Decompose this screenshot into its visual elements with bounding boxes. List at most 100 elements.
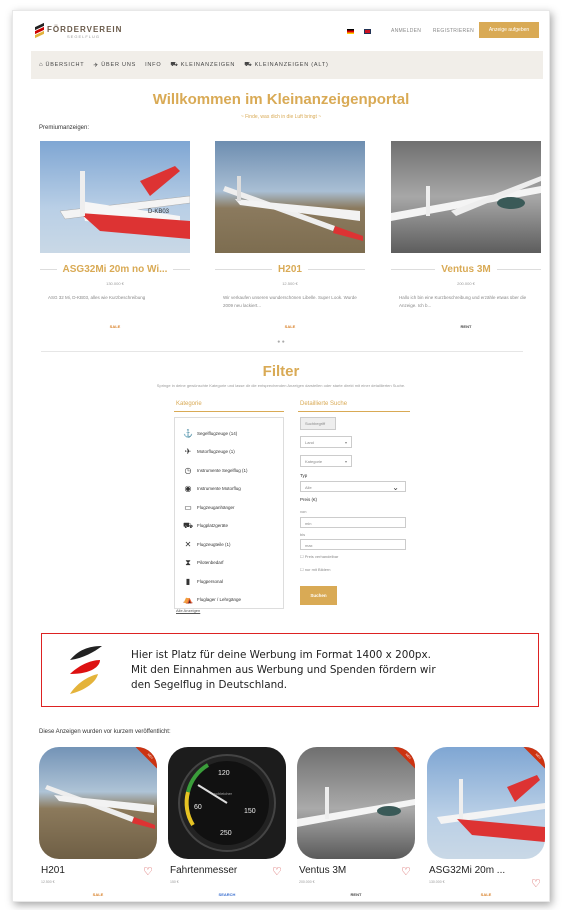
nav-classifieds-old[interactable]: ⛟ KLEINANZEIGEN (ALT) bbox=[244, 61, 328, 69]
recent-label: Diese Anzeigen wurden vor kurzem veröffe… bbox=[39, 729, 171, 735]
search-button[interactable]: Suchen bbox=[300, 586, 337, 605]
nav-info[interactable]: INFO bbox=[145, 62, 161, 68]
premium-card[interactable]: H201 12.500 € Wir verkaufen unseren wund… bbox=[215, 141, 365, 329]
country-select[interactable]: Land ▾ bbox=[300, 436, 352, 448]
listing-price: 150 € bbox=[170, 880, 179, 884]
category-list: ⚓ Segelflugzeuge (14) ✈ Motorflugzeuge (1) ◷… bbox=[174, 417, 284, 609]
premium-card[interactable]: D-KB03 ASG32Mi 20m no Wi... 130.000 € AS… bbox=[40, 141, 190, 329]
country-select-label: Land bbox=[305, 440, 314, 445]
listing-title-row: ASG32Mi 20m no Wi... bbox=[40, 259, 190, 279]
type-select[interactable]: Alle ⌄ bbox=[300, 481, 406, 492]
category-item[interactable]: ⛟ Flugplatzgeräte bbox=[183, 517, 275, 536]
nav-label: INFO bbox=[145, 62, 162, 68]
listing-title[interactable]: Ventus 3M bbox=[435, 264, 497, 275]
category-label: Flugzeugteile (1) bbox=[197, 541, 231, 547]
ad-text-line: Mit den Einnahmen aus Werbung und Spende… bbox=[131, 664, 436, 676]
price-min-input[interactable]: min bbox=[300, 517, 406, 528]
category-label: Instrumente Segelflug (1) bbox=[197, 467, 248, 473]
listing-image[interactable]: NEU bbox=[427, 747, 545, 859]
category-label: Pilotenbedarf bbox=[197, 560, 224, 566]
recent-card[interactable]: NEU Ventus 3M 200.000 € ♡ RENT bbox=[297, 747, 415, 897]
favorite-heart-icon[interactable]: ♡ bbox=[143, 865, 153, 878]
listing-image[interactable] bbox=[391, 141, 541, 253]
category-item[interactable]: ⧗ Pilotenbedarf bbox=[183, 554, 275, 573]
parachute-icon: ⧗ bbox=[185, 557, 191, 567]
search-heading: Detaillierte Suche bbox=[300, 401, 348, 407]
category-item[interactable]: ◉ Instrumente Motorflug bbox=[183, 480, 275, 499]
negotiable-checkbox[interactable]: ☐ Preis verhandelbar bbox=[300, 554, 338, 559]
listing-description: Wir verkaufen unseren wunderschönen Libe… bbox=[223, 295, 357, 308]
listing-image[interactable]: NEU bbox=[39, 747, 157, 859]
category-item[interactable]: ▭ Flugzeuganhänger bbox=[183, 498, 275, 517]
nav-classifieds[interactable]: ⛟ KLEINANZEIGEN bbox=[170, 61, 235, 69]
listing-title[interactable]: ASG32Mi 20m no Wi... bbox=[56, 264, 174, 275]
camp-icon: ⛺ bbox=[183, 595, 193, 605]
listing-title[interactable]: H201 bbox=[272, 264, 308, 275]
category-select[interactable]: Kategorie ▾ bbox=[300, 455, 352, 467]
recent-card[interactable]: 120 schleicher 60 250 150 Fahrtenmesser … bbox=[168, 747, 286, 897]
ad-text: Hier ist Platz für deine Werbung im Form… bbox=[131, 648, 436, 693]
favorite-heart-icon[interactable]: ♡ bbox=[531, 877, 541, 890]
listing-description: Hallo ich bin eine Kurzbeschreibung und … bbox=[399, 295, 527, 308]
site-logo[interactable]: FÖRDERVEREIN SEGELFLUG bbox=[35, 22, 123, 39]
register-link[interactable]: REGISTRIEREN bbox=[433, 28, 474, 34]
listing-title-row: H201 bbox=[215, 259, 365, 279]
category-item[interactable]: ▮ Flugpersonal bbox=[183, 572, 275, 591]
price-to-label: bis bbox=[300, 532, 306, 537]
nav-label: ÜBER UNS bbox=[101, 62, 137, 68]
listing-image[interactable]: 120 schleicher 60 250 150 bbox=[168, 747, 286, 859]
logo-text: FÖRDERVEREIN bbox=[47, 25, 123, 34]
images-only-checkbox[interactable]: ☐ nur mit Bildern bbox=[300, 567, 330, 572]
filter-description: Springe in deine gewünschte Kategorie un… bbox=[156, 383, 406, 388]
type-select-label: Alle bbox=[305, 485, 312, 490]
listing-tag: RENT bbox=[350, 892, 362, 897]
svg-text:D-KB03: D-KB03 bbox=[148, 209, 170, 215]
listing-price: 12.500 € bbox=[41, 880, 55, 884]
listing-description: ASG 32 Mi, D-KB03, alles wie Kurzbeschre… bbox=[48, 295, 146, 300]
listing-image[interactable]: D-KB03 bbox=[40, 141, 190, 253]
recent-card[interactable]: NEU H201 12.500 € ♡ SALE bbox=[39, 747, 157, 897]
all-categories-link[interactable]: Alle Anzeigen bbox=[176, 608, 200, 613]
category-item[interactable]: ✈ Motorflugzeuge (1) bbox=[183, 443, 275, 462]
nav-label: KLEINANZEIGEN bbox=[180, 62, 236, 68]
glider-icon: ⚓ bbox=[183, 428, 193, 438]
ad-banner[interactable]: Hier ist Platz für deine Werbung im Form… bbox=[41, 633, 539, 707]
gauge-label: 60 bbox=[194, 804, 202, 811]
category-item[interactable]: ⚓ Segelflugzeuge (14) bbox=[183, 424, 275, 443]
category-item[interactable]: ✕ Flugzeugteile (1) bbox=[183, 535, 275, 554]
login-link[interactable]: ANMELDEN bbox=[391, 28, 421, 34]
motorplane-icon: ✈ bbox=[184, 447, 192, 457]
home-icon: ⌂ bbox=[39, 62, 44, 68]
listing-price: 12.500 € bbox=[282, 281, 298, 286]
listing-title[interactable]: ASG32Mi 20m ... bbox=[429, 865, 505, 876]
carousel-dots[interactable]: ● ● bbox=[13, 339, 549, 345]
main-nav: ⌂ ÜBERSICHT ✈ ÜBER UNS INFO ⛟ KLEINANZEIGEN… bbox=[31, 51, 543, 79]
category-item[interactable]: ⛺ Fluglager / Lehrgänge bbox=[183, 591, 275, 610]
listing-image[interactable] bbox=[215, 141, 365, 253]
instrument-icon: ◷ bbox=[184, 465, 192, 475]
nav-overview[interactable]: ⌂ ÜBERSICHT bbox=[39, 62, 84, 68]
uk-flag-icon[interactable] bbox=[364, 29, 371, 34]
search-input[interactable]: Suchbegriff bbox=[300, 417, 336, 430]
gauge-icon: ◉ bbox=[184, 484, 192, 494]
logo-subtext: SEGELFLUG bbox=[67, 34, 101, 39]
listing-title[interactable]: Ventus 3M bbox=[299, 865, 346, 876]
german-flag-icon[interactable] bbox=[347, 29, 354, 34]
page-subtitle: ~ Finde, was dich in die Luft bringt ~ bbox=[240, 114, 322, 120]
listing-title[interactable]: H201 bbox=[41, 865, 65, 876]
premium-card[interactable]: Ventus 3M 200.000 € Hallo ich bin eine K… bbox=[391, 141, 541, 329]
nav-about[interactable]: ✈ ÜBER UNS bbox=[93, 62, 136, 69]
category-label: Flugpersonal bbox=[197, 578, 224, 584]
gauge-label: 150 bbox=[244, 808, 256, 815]
listing-price: 200.000 € bbox=[457, 281, 475, 286]
price-max-input[interactable]: max bbox=[300, 539, 406, 550]
listing-title[interactable]: Fahrtenmesser bbox=[170, 865, 237, 876]
recent-card[interactable]: NEU ASG32Mi 20m ... 130.000 € ♡ SALE bbox=[427, 747, 545, 897]
category-heading-underline bbox=[174, 411, 284, 412]
listing-tag: SEARCH bbox=[218, 892, 236, 897]
favorite-heart-icon[interactable]: ♡ bbox=[272, 865, 282, 878]
favorite-heart-icon[interactable]: ♡ bbox=[401, 865, 411, 878]
listing-image[interactable]: NEU bbox=[297, 747, 415, 859]
category-item[interactable]: ◷ Instrumente Segelflug (1) bbox=[183, 461, 275, 480]
post-ad-button[interactable]: Anzeige aufgeben bbox=[479, 22, 539, 38]
